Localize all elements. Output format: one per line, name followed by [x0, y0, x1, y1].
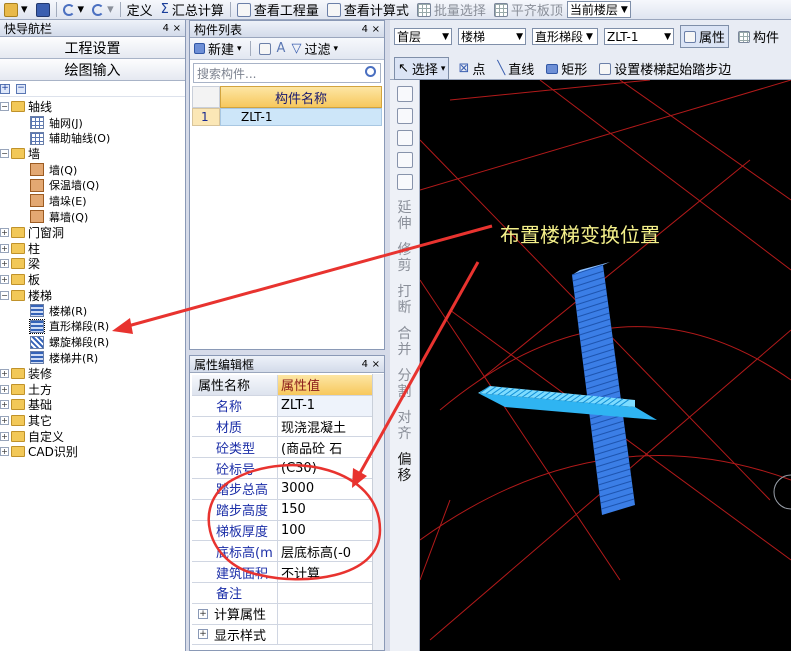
annotation-text: 布置楼梯变换位置 — [500, 223, 660, 247]
arrow-head — [112, 318, 133, 334]
annotation-circle — [207, 464, 382, 581]
app-window: { "toolbar": { "define": "定义", "summary"… — [0, 0, 791, 651]
annotation-arrow-left — [127, 224, 493, 328]
annotation-layer — [112, 224, 493, 581]
annotation-arrow-down — [358, 261, 480, 474]
